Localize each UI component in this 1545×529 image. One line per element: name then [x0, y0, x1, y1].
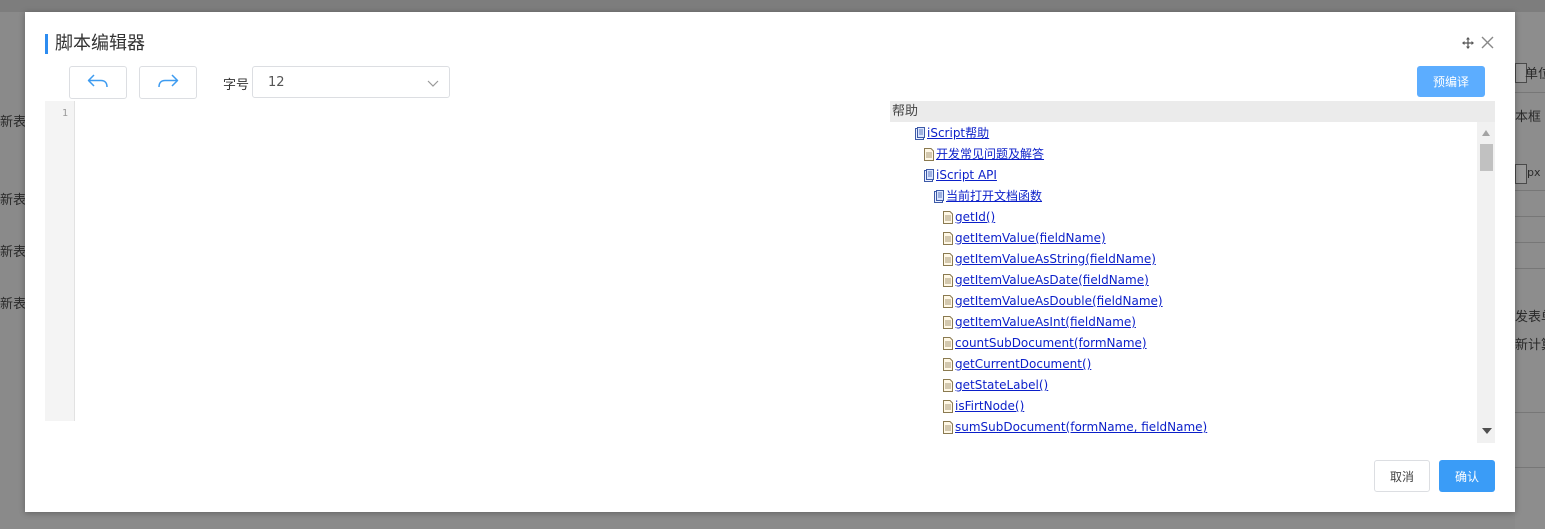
tree-item[interactable]: iScript帮助	[915, 126, 989, 140]
background-top-bar	[0, 0, 1545, 12]
background-label: 发表单	[1515, 310, 1545, 325]
help-link[interactable]: getStateLabel()	[955, 378, 1048, 392]
background-input	[1515, 164, 1527, 184]
document-icon	[943, 421, 953, 434]
document-icon	[943, 274, 953, 287]
document-icon	[943, 400, 953, 413]
help-link[interactable]: sumSubDocument(formName, fieldName)	[955, 420, 1207, 434]
scroll-up-arrow-icon[interactable]	[1482, 130, 1490, 136]
help-link[interactable]: getItemValue(fieldName)	[955, 231, 1106, 245]
scroll-down-arrow-icon[interactable]	[1482, 428, 1492, 434]
help-link[interactable]: getId()	[955, 210, 995, 224]
line-number: 1	[61, 108, 68, 119]
background-divider	[1515, 412, 1545, 413]
tree-item[interactable]: getStateLabel()	[943, 378, 1048, 392]
font-size-select[interactable]: 12	[252, 66, 450, 98]
help-link[interactable]: getCurrentDocument()	[955, 357, 1091, 371]
tree-item[interactable]: getItemValue(fieldName)	[943, 231, 1106, 245]
help-panel: 帮助 iScript帮助 开发常见问题及解答 iScript API 当前打开文…	[890, 101, 1495, 443]
undo-icon	[87, 73, 109, 93]
tree-item[interactable]: isFirtNode()	[943, 399, 1024, 413]
background-label: 单位	[1525, 67, 1545, 82]
help-panel-title: 帮助	[890, 101, 1495, 122]
background-label: 新计算	[1515, 338, 1545, 353]
tree-item[interactable]: getItemValueAsInt(fieldName)	[943, 315, 1136, 329]
tree-item[interactable]: getCurrentDocument()	[943, 357, 1091, 371]
background-label: px	[1527, 166, 1541, 179]
redo-icon	[157, 73, 179, 93]
help-tree: iScript帮助 开发常见问题及解答 iScript API 当前打开文档函数…	[890, 122, 1475, 443]
tree-item[interactable]: getItemValueAsDouble(fieldName)	[943, 294, 1163, 308]
font-size-label: 字号	[223, 78, 250, 93]
line-number-gutter: 1	[45, 101, 75, 421]
background-divider	[1515, 216, 1545, 217]
scroll-thumb[interactable]	[1480, 144, 1493, 171]
background-label: 新表	[0, 115, 27, 130]
help-link[interactable]: 当前打开文档函数	[946, 189, 1042, 203]
help-link[interactable]: isFirtNode()	[955, 399, 1024, 413]
document-icon	[943, 211, 953, 224]
background-divider	[1515, 92, 1545, 93]
chevron-down-icon	[427, 77, 439, 89]
help-link[interactable]: getItemValueAsDate(fieldName)	[955, 273, 1149, 287]
background-label: 本框	[1515, 110, 1542, 125]
help-link[interactable]: getItemValueAsDouble(fieldName)	[955, 294, 1163, 308]
document-icon	[943, 337, 953, 350]
confirm-button[interactable]: 确认	[1439, 460, 1495, 492]
document-icon	[943, 295, 953, 308]
background-divider	[1515, 268, 1545, 269]
help-scrollbar[interactable]	[1477, 122, 1495, 443]
book-icon	[915, 127, 925, 140]
redo-button[interactable]	[139, 66, 197, 99]
code-editor[interactable]: 1	[45, 101, 885, 421]
document-icon	[943, 379, 953, 392]
help-link[interactable]: iScript API	[936, 168, 997, 182]
background-divider	[1515, 190, 1545, 191]
document-icon	[943, 232, 953, 245]
background-label: 新表	[0, 245, 27, 260]
font-size-value: 12	[268, 75, 285, 90]
document-icon	[943, 253, 953, 266]
tree-item[interactable]: getItemValueAsDate(fieldName)	[943, 273, 1149, 287]
help-link[interactable]: getItemValueAsInt(fieldName)	[955, 315, 1136, 329]
help-link[interactable]: countSubDocument(formName)	[955, 336, 1147, 350]
cancel-button[interactable]: 取消	[1374, 460, 1430, 492]
tree-item[interactable]: iScript API	[924, 168, 997, 182]
document-icon	[943, 316, 953, 329]
tree-item[interactable]: getId()	[943, 210, 995, 224]
document-icon	[924, 148, 934, 161]
script-editor-dialog: 脚本编辑器 字号 12 预编译 1 帮助 iScript帮助 开发常见问题及解答…	[25, 12, 1515, 512]
background-right-panel: 单位 本框 px 发表单 新计算	[1515, 12, 1545, 529]
background-left-panel: 新表 新表 新表 新表	[0, 12, 26, 529]
tree-item[interactable]: 当前打开文档函数	[934, 189, 1042, 203]
precompile-button[interactable]: 预编译	[1417, 66, 1485, 97]
help-link[interactable]: getItemValueAsString(fieldName)	[955, 252, 1156, 266]
close-icon[interactable]	[1481, 36, 1494, 49]
tree-item[interactable]: getItemValueAsString(fieldName)	[943, 252, 1156, 266]
book-icon	[924, 169, 934, 182]
book-icon	[934, 190, 944, 203]
tree-item[interactable]: 开发常见问题及解答	[924, 147, 1044, 161]
help-link[interactable]: iScript帮助	[927, 126, 989, 140]
undo-button[interactable]	[69, 66, 127, 99]
help-link[interactable]: 开发常见问题及解答	[936, 147, 1044, 161]
background-divider	[1515, 467, 1545, 468]
background-label: 新表	[0, 297, 27, 312]
background-label: 新表	[0, 193, 27, 208]
dialog-title: 脚本编辑器	[45, 34, 145, 54]
tree-item[interactable]: sumSubDocument(formName, fieldName)	[943, 420, 1207, 434]
move-icon[interactable]	[1462, 37, 1474, 49]
background-divider	[1515, 242, 1545, 243]
tree-item[interactable]: countSubDocument(formName)	[943, 336, 1147, 350]
document-icon	[943, 358, 953, 371]
